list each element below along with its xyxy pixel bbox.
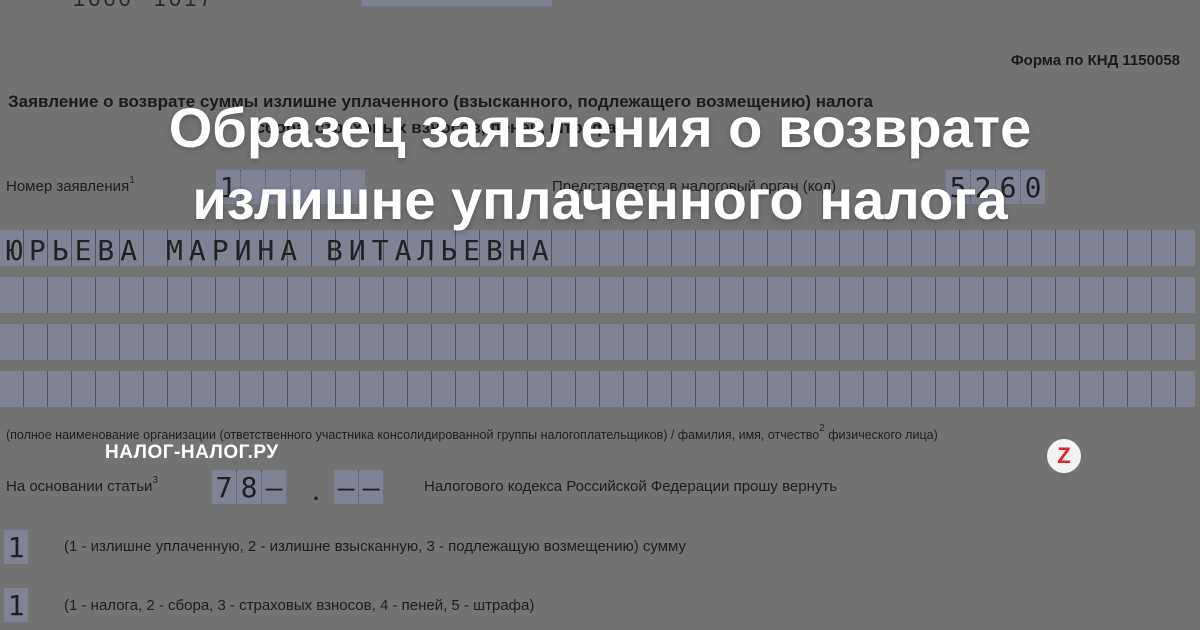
zen-logo-letter: Z <box>1057 443 1071 468</box>
full-name-value: ЮРЬЕВА МАРИНА ВИТАЛЬЕВНА <box>6 234 555 267</box>
sum-type-label: (1 - излишне уплаченную, 2 - излишне взы… <box>64 538 686 555</box>
sum-type-value: 1 <box>4 530 28 564</box>
form-top-cell <box>362 0 552 6</box>
overlay-title: Образец заявления о возврате излишне упл… <box>0 92 1200 236</box>
article-dot: . <box>313 480 320 505</box>
form-top-code: "1660" 1017" <box>62 0 225 12</box>
name-row <box>0 277 1195 313</box>
article-cell: 8 <box>237 470 262 504</box>
article-tail-text: Налогового кодекса Российской Федерации … <box>424 478 838 495</box>
zen-logo-icon[interactable]: Z <box>1047 439 1081 473</box>
name-caption: (полное наименование организации (ответс… <box>6 423 938 442</box>
form-knd-code: Форма по КНД 1150058 <box>1010 52 1180 69</box>
sum-type-cell: 1 <box>4 530 28 564</box>
payment-type-value: 1 <box>4 588 28 622</box>
payment-type-label: (1 - налога, 2 - сбора, 3 - страховых вз… <box>64 597 535 614</box>
article-cell: – <box>334 470 359 504</box>
payment-type-cell: 1 <box>4 588 28 622</box>
article-cells: 7 8 – <box>212 470 286 504</box>
name-row <box>0 371 1195 407</box>
article-cells-2: – – <box>334 470 383 504</box>
site-brand[interactable]: НАЛОГ-НАЛОГ.РУ <box>105 442 279 464</box>
article-label: На основании статьи3 <box>6 475 159 495</box>
article-cell: 7 <box>212 470 237 504</box>
overlay-title-line2: излишне уплаченного налога <box>192 168 1008 231</box>
article-cell: – <box>359 470 383 504</box>
overlay-title-line1: Образец заявления о возврате <box>168 96 1032 159</box>
article-cell: – <box>262 470 286 504</box>
name-row <box>0 324 1195 360</box>
